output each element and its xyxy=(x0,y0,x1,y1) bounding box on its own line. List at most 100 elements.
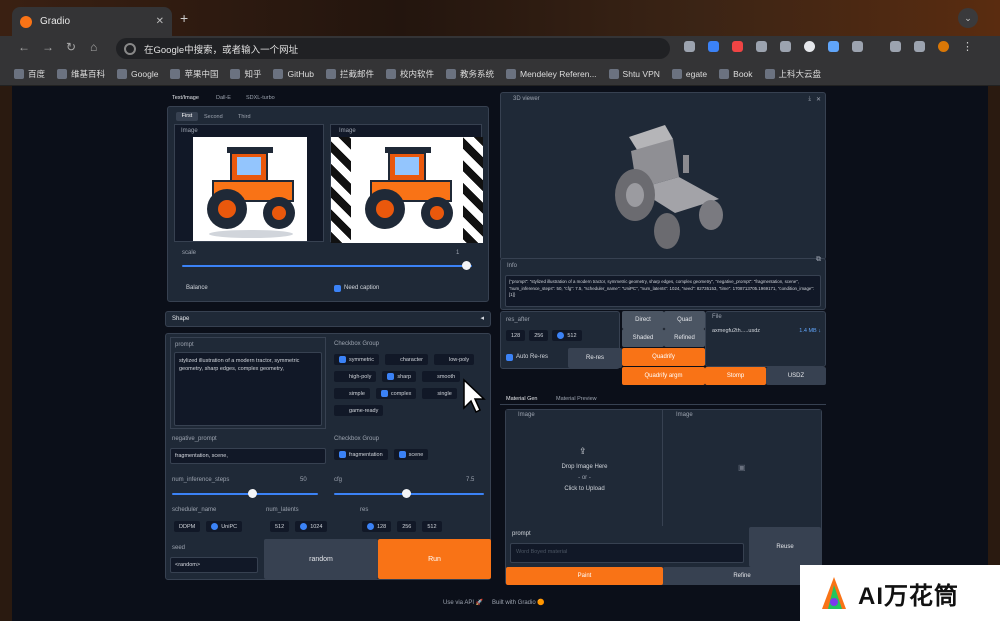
file-name[interactable]: axmegfu2th.....usdz xyxy=(712,328,760,334)
upload-image-box[interactable]: Image ⇪ Drop Image Here - or - Click to … xyxy=(506,410,663,526)
quadrify-button[interactable]: Quadrify xyxy=(622,348,705,366)
cfg-value[interactable]: 7.5 xyxy=(466,477,474,483)
extension-icon[interactable] xyxy=(828,41,839,52)
random-button[interactable]: random xyxy=(264,539,378,579)
radio-256[interactable]: 256 xyxy=(529,330,549,341)
bookmark-item[interactable]: 知乎 xyxy=(230,68,261,80)
auto-rerun-checkbox[interactable] xyxy=(506,354,513,361)
3d-viewer[interactable]: 3D viewer ⤓ ✕ xyxy=(500,92,826,260)
need-caption-checkbox[interactable] xyxy=(334,285,341,292)
tab-material-gen[interactable]: Material Gen xyxy=(506,395,538,402)
download-icon[interactable]: ⤓ xyxy=(808,96,811,103)
bookmark-item[interactable]: GitHub xyxy=(273,68,314,79)
shaded-button[interactable]: Shaded xyxy=(622,329,664,347)
radio-128[interactable]: 128 xyxy=(362,521,392,532)
radio-128[interactable]: 128 xyxy=(506,330,526,341)
slider-thumb[interactable] xyxy=(402,489,411,498)
refined-button[interactable]: Refined xyxy=(664,329,705,347)
steps-slider[interactable] xyxy=(172,489,318,498)
puzzle-icon[interactable] xyxy=(852,41,863,52)
shape-accordion[interactable]: Shape ◂ xyxy=(165,311,491,327)
bookmark-item[interactable]: Mendeley Referen... xyxy=(506,68,597,79)
bookmark-item[interactable]: Book xyxy=(719,68,753,79)
reload-icon[interactable]: ↻ xyxy=(66,40,76,54)
quad-button[interactable]: Quad xyxy=(664,311,705,329)
bookmark-item[interactable]: 苹果中国 xyxy=(170,68,218,80)
more-menu-icon[interactable]: ⋮ xyxy=(962,40,973,53)
close-icon[interactable]: ✕ xyxy=(816,96,821,103)
collapse-icon[interactable]: ◂ xyxy=(480,314,484,322)
extension-icon[interactable] xyxy=(708,41,719,52)
usdz-button[interactable]: USDZ xyxy=(766,367,826,385)
checkbox-single[interactable]: single xyxy=(422,388,457,399)
tab-text-image[interactable]: Text/Image xyxy=(172,94,199,101)
bookmark-item[interactable]: egate xyxy=(671,68,707,79)
quadrify-argm-button[interactable]: Quadrify argm xyxy=(622,367,705,385)
run-button[interactable]: Run xyxy=(378,539,491,579)
refine-button[interactable]: Refine xyxy=(663,567,821,585)
input-image-box[interactable]: Image xyxy=(174,124,324,242)
direct-button[interactable]: Direct xyxy=(622,311,664,329)
material-prompt-input[interactable]: Word Boyed material xyxy=(510,543,744,563)
reuse-button[interactable]: Reuse xyxy=(749,527,821,567)
paint-button[interactable]: Paint xyxy=(506,567,663,585)
radio-512[interactable]: 512 xyxy=(552,330,582,341)
bookmark-item[interactable]: Google xyxy=(117,68,158,79)
extension-icon[interactable] xyxy=(732,41,743,52)
built-with-gradio-link[interactable]: Built with Gradio 🟠 xyxy=(492,599,545,606)
sidebar-icon[interactable] xyxy=(914,41,925,52)
extension-icon[interactable] xyxy=(804,41,815,52)
scale-value[interactable]: 1 xyxy=(456,250,459,256)
home-icon[interactable]: ⌂ xyxy=(90,40,97,54)
checkbox-scene[interactable]: scene xyxy=(393,449,429,460)
checkbox-high-poly[interactable]: high-poly xyxy=(334,371,377,382)
subtab-second[interactable]: Second xyxy=(204,113,223,120)
radio-DDPM[interactable]: DDPM xyxy=(174,521,201,532)
checkbox-fragmentation[interactable]: fragmentation xyxy=(334,449,388,460)
checkbox-simple[interactable]: simple xyxy=(334,388,370,399)
radio-512[interactable]: 512 xyxy=(270,521,290,532)
scale-slider[interactable] xyxy=(182,261,472,270)
back-icon[interactable]: ← xyxy=(18,40,30,54)
radio-1024[interactable]: 1024 xyxy=(295,521,328,532)
info-text[interactable]: {"prompt": "stylized illustration of a m… xyxy=(505,275,821,307)
radio-256[interactable]: 256 xyxy=(397,521,417,532)
prompt-textarea[interactable]: stylized illustration of a modern tracto… xyxy=(174,352,322,426)
checkbox-character[interactable]: character xyxy=(385,354,428,365)
subtab-third[interactable]: Third xyxy=(238,113,251,120)
chevron-down-icon[interactable]: ⌄ xyxy=(958,8,978,28)
subtab-first[interactable]: First xyxy=(176,112,198,121)
extension-icon[interactable] xyxy=(780,41,791,52)
rerun-button[interactable]: Re-res xyxy=(568,348,622,368)
forward-icon[interactable]: → xyxy=(42,40,54,54)
checkbox-smooth[interactable]: smooth xyxy=(422,371,461,382)
stomp-button[interactable]: Stomp xyxy=(705,367,766,385)
checkbox-sharp[interactable]: sharp xyxy=(382,371,417,382)
copy-icon[interactable]: ⧉ xyxy=(816,256,821,264)
checkbox-symmetric[interactable]: symmetric xyxy=(334,354,380,365)
address-bar[interactable]: 在Google中搜索，或者输入一个网址 xyxy=(116,38,670,59)
avatar[interactable] xyxy=(938,41,949,52)
browser-tab[interactable]: Gradio ✕ xyxy=(12,7,172,36)
download-icon[interactable] xyxy=(890,41,901,52)
bookmark-item[interactable]: 校内软件 xyxy=(385,68,434,80)
checkbox-complex[interactable]: complex xyxy=(375,388,417,399)
tab-sdxl-turbo[interactable]: SDXL-turbo xyxy=(246,94,275,101)
extension-icon[interactable] xyxy=(684,41,695,52)
radio-UniPC[interactable]: UniPC xyxy=(206,521,243,532)
bookmark-item[interactable]: Shtu VPN xyxy=(608,68,660,79)
steps-value[interactable]: 50 xyxy=(300,477,307,483)
negative-prompt-input[interactable]: fragmentation, scene, xyxy=(170,448,326,464)
bookmark-item[interactable]: 维基百科 xyxy=(57,68,105,80)
checkbox-game-ready[interactable]: game-ready xyxy=(334,405,384,416)
radio-512[interactable]: 512 xyxy=(422,521,442,532)
file-size[interactable]: 1.4 MB ↓ xyxy=(799,328,821,334)
new-tab-button[interactable]: + xyxy=(180,10,188,26)
cfg-slider[interactable] xyxy=(334,489,484,498)
use-via-api-link[interactable]: Use via API 🚀 xyxy=(443,599,483,606)
tab-material-preview[interactable]: Material Preview xyxy=(556,395,597,402)
checkbox-low-poly[interactable]: low-poly xyxy=(434,354,475,365)
bookmark-item[interactable]: 上科大云盘 xyxy=(764,68,821,80)
extension-icon[interactable] xyxy=(756,41,767,52)
bookmark-item[interactable]: 拦截邮件 xyxy=(325,68,374,80)
